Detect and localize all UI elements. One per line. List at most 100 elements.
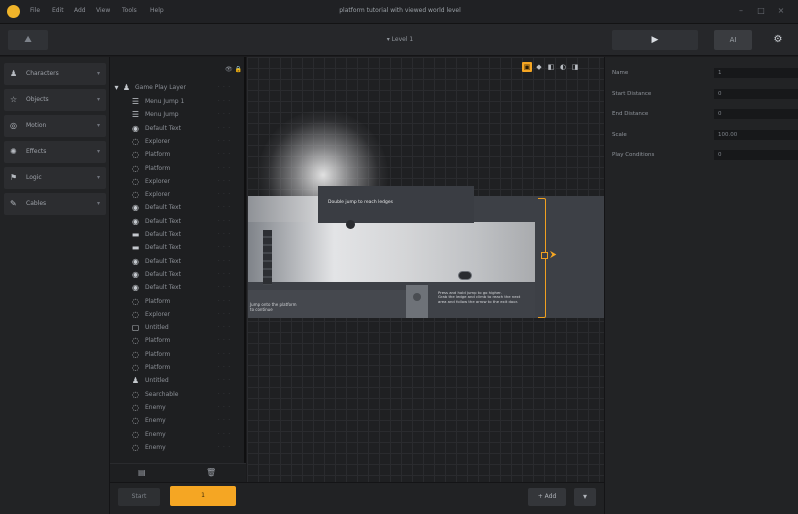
note-double-jump[interactable]: Double jump to reach ledges [328, 200, 393, 205]
property-field[interactable]: 1 [714, 68, 798, 78]
close-icon[interactable]: × [776, 6, 786, 16]
tree-item[interactable]: ◌ Explorer · · · [112, 176, 242, 189]
tree-item[interactable]: ◌ Platform · · · [112, 163, 242, 176]
row-toggles[interactable]: · · · [218, 204, 231, 210]
select-tool-icon[interactable]: ▣ [522, 62, 532, 72]
grid-tool-icon[interactable]: ◨ [570, 62, 580, 72]
note-hold-jump[interactable]: Press and hold jump to go higher. Grab t… [438, 290, 533, 304]
row-toggles[interactable]: · · · [218, 151, 231, 157]
row-toggles[interactable]: · · · [218, 165, 231, 171]
menu-help[interactable]: Help [150, 7, 164, 14]
menu-add[interactable]: Add [74, 7, 86, 14]
menu-tools[interactable]: Tools [122, 7, 137, 14]
active-frame-button[interactable]: 1 [170, 486, 236, 506]
row-toggles[interactable]: · · · [218, 431, 231, 437]
property-field[interactable]: 100.00 [714, 129, 798, 140]
note-anchor-handle[interactable] [346, 220, 355, 229]
row-toggles[interactable]: · · · [218, 125, 231, 131]
visibility-lock-icons[interactable]: 👁 🔒 [225, 66, 242, 73]
row-toggles[interactable]: · · · [218, 231, 231, 237]
row-toggles[interactable]: · · · [218, 271, 231, 277]
tree-item[interactable]: ◉ Default Text · · · [112, 216, 242, 229]
tree-item[interactable]: ◌ Enemy · · · [112, 415, 242, 428]
tree-item[interactable]: ◉ Default Text · · · [112, 256, 242, 269]
gear-icon[interactable]: ⚙ [764, 30, 792, 50]
row-toggles[interactable]: · · · [218, 377, 231, 383]
tree-item[interactable]: ▢ Untitled · · · [112, 322, 242, 335]
row-toggles[interactable]: · · · [218, 138, 231, 144]
layer-tool-icon[interactable]: ◧ [546, 62, 556, 72]
level-selector[interactable]: ▾ Level 1 [300, 36, 500, 43]
row-toggles[interactable]: · · · [218, 444, 231, 450]
tree-item[interactable]: ◌ Enemy · · · [112, 429, 242, 442]
row-toggles[interactable]: · · · [218, 351, 231, 357]
tree-item[interactable]: ◌ Enemy · · · [112, 402, 242, 415]
menu-file[interactable]: File [30, 7, 40, 14]
row-toggles[interactable]: · · · [218, 178, 231, 184]
tree-item[interactable]: ◌ Platform · · · [112, 296, 242, 309]
property-field[interactable]: 0 [714, 150, 798, 160]
row-toggles[interactable]: · · · [218, 111, 231, 117]
tree-item[interactable]: ◉ Default Text · · · [112, 123, 242, 136]
mountain-icon[interactable]: ⛰ [8, 30, 48, 50]
row-toggles[interactable]: · · · [218, 404, 231, 410]
note-platform[interactable]: Jump onto the platform to continue [250, 302, 297, 312]
row-toggles[interactable]: · · · [218, 324, 231, 330]
lock-tool-icon[interactable]: ◆ [534, 62, 544, 72]
tree-item[interactable]: ▬ Default Text · · · [112, 242, 242, 255]
tree-item[interactable]: ◉ Default Text · · · [112, 202, 242, 215]
row-toggles[interactable]: · · · [218, 364, 231, 370]
visibility-tool-icon[interactable]: ◐ [558, 62, 568, 72]
maximize-icon[interactable]: □ [756, 6, 766, 16]
play-button[interactable]: ▶ [612, 30, 698, 50]
category-characters[interactable]: ♟ Characters ▾ [4, 63, 106, 85]
tree-item[interactable]: ◌ Platform · · · [112, 335, 242, 348]
ai-button[interactable]: AI [714, 30, 752, 50]
tree-root[interactable]: ▾ ♟ Game Play Layer · · · [112, 82, 242, 95]
trash-icon[interactable]: 🗑 [206, 468, 216, 477]
tree-item[interactable]: ◌ Platform · · · [112, 149, 242, 162]
menu-view[interactable]: View [96, 7, 110, 14]
category-cables[interactable]: ✎ Cables ▾ [4, 193, 106, 215]
tree-item[interactable]: ◌ Explorer · · · [112, 189, 242, 202]
tree-item[interactable]: ◌ Searchable · · · [112, 389, 242, 402]
minimize-icon[interactable]: – [736, 6, 746, 16]
door-resize-handle[interactable] [541, 252, 548, 259]
start-button[interactable]: Start [118, 488, 160, 506]
row-toggles[interactable]: · · · [218, 337, 231, 343]
tree-item[interactable]: ◌ Explorer · · · [112, 309, 242, 322]
row-toggles[interactable]: · · · [218, 98, 231, 104]
pillar-object[interactable] [263, 230, 272, 285]
expand-arrow-icon[interactable]: ▾ [112, 83, 121, 92]
tree-item[interactable]: ◌ Explorer · · · [112, 136, 242, 149]
more-options-button[interactable]: ▾ [574, 488, 596, 506]
row-toggles[interactable]: · · · [218, 417, 231, 423]
tree-item[interactable]: ▬ Default Text · · · [112, 229, 242, 242]
category-objects[interactable]: ☆ Objects ▾ [4, 89, 106, 111]
category-effects[interactable]: ✺ Effects ▾ [4, 141, 106, 163]
tree-item[interactable]: ◉ Default Text · · · [112, 269, 242, 282]
property-field[interactable]: 0 [714, 109, 798, 119]
category-motion[interactable]: ◎ Motion ▾ [4, 115, 106, 137]
step-block[interactable] [406, 285, 428, 318]
note-anchor-handle[interactable] [458, 271, 472, 280]
step-marker[interactable] [413, 293, 421, 301]
tree-item[interactable]: ☰ Menu Jump 1 · · · [112, 96, 242, 109]
row-toggles[interactable]: · · · [218, 298, 231, 304]
row-toggles[interactable]: · · · [218, 191, 231, 197]
exit-arrow-icon[interactable]: ⮞ [550, 250, 557, 260]
row-toggles[interactable]: · · · [218, 84, 231, 90]
tree-item[interactable]: ☰ Menu Jump · · · [112, 109, 242, 122]
app-logo-icon[interactable] [7, 5, 20, 18]
tree-item[interactable]: ◌ Platform · · · [112, 349, 242, 362]
row-toggles[interactable]: · · · [218, 244, 231, 250]
tree-item[interactable]: ♟ Untitled · · · [112, 375, 242, 388]
row-toggles[interactable]: · · · [218, 284, 231, 290]
property-field[interactable]: 0 [714, 88, 798, 99]
folder-icon[interactable]: ▤ [138, 468, 146, 477]
row-toggles[interactable]: · · · [218, 311, 231, 317]
tree-item[interactable]: ◌ Platform · · · [112, 362, 242, 375]
tree-item[interactable]: ◉ Default Text · · · [112, 282, 242, 295]
row-toggles[interactable]: · · · [218, 391, 231, 397]
tree-item[interactable]: ◌ Enemy · · · [112, 442, 242, 455]
